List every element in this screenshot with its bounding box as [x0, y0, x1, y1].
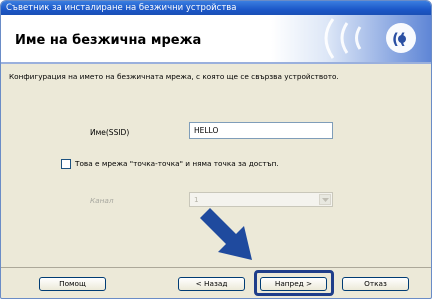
channel-label: Канал — [90, 196, 114, 205]
help-button[interactable]: Помощ — [39, 277, 106, 291]
adhoc-checkbox-label[interactable]: Това е мрежа "точка-точка" и няма точка … — [75, 159, 279, 168]
channel-select: 1 — [189, 192, 333, 207]
ssid-label: Име(SSID) — [90, 128, 130, 137]
window-title: Съветник за инсталиране на безжични устр… — [1, 1, 431, 15]
footer-divider — [1, 267, 431, 268]
chevron-down-icon — [319, 194, 331, 205]
description-text: Конфигурация на името на безжичната мреж… — [9, 72, 339, 81]
wizard-window: Съветник за инсталиране на безжични устр… — [0, 0, 432, 299]
page-title: Име на безжична мрежа — [15, 33, 202, 48]
wireless-signal-icon: (( — [324, 18, 416, 59]
header-banner: Име на безжична мрежа (( — [1, 15, 431, 62]
pointer-arrow-icon — [200, 208, 252, 260]
adhoc-checkbox[interactable] — [61, 159, 71, 169]
cancel-button[interactable]: Отказ — [342, 277, 409, 291]
back-button[interactable]: < Назад — [178, 277, 245, 291]
banner-graphic: (( — [271, 15, 431, 62]
ssid-input[interactable] — [189, 122, 333, 139]
channel-value: 1 — [194, 195, 199, 204]
header-divider — [1, 62, 431, 64]
next-button[interactable]: Напред > — [260, 277, 327, 291]
